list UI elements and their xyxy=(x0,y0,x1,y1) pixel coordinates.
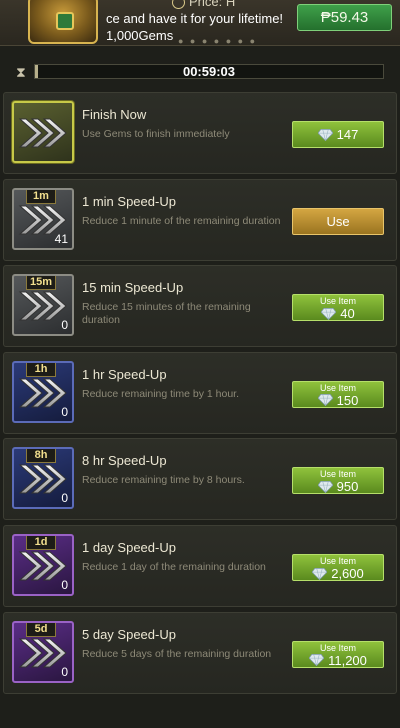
gem-cost: 2,600 xyxy=(331,565,364,581)
speedup-arrows-icon: 1d 0 xyxy=(12,533,74,596)
item-description: Reduce remaining time by 1 hour. xyxy=(82,387,240,400)
item-count: 0 xyxy=(61,318,68,333)
buy-price-button[interactable]: ₱59.43 xyxy=(297,4,392,31)
item-count: 0 xyxy=(61,404,68,419)
item-description: Reduce 1 day of the remaining duration xyxy=(82,560,266,573)
banner-gems-text: 1,000Gems xyxy=(106,28,174,43)
duration-tag: 1d xyxy=(26,535,56,550)
banner-top-label: Price: H xyxy=(172,0,236,10)
duration-tag: 1m xyxy=(26,189,56,204)
banner-promo-text: ce and have it for your lifetime! xyxy=(106,11,284,26)
speedup-item: 1m 41 1 min Speed-Up Reduce 1 minute of th… xyxy=(3,178,397,261)
speedup-arrows-icon: 15m 0 xyxy=(12,274,74,337)
item-title: 8 hr Speed-Up xyxy=(82,453,167,469)
item-description: Reduce remaining time by 8 hours. xyxy=(82,474,245,487)
use-gems-button[interactable]: Use Item 150 xyxy=(292,380,384,408)
item-description: Reduce 1 minute of the remaining duratio… xyxy=(82,214,281,227)
use-gems-button[interactable]: Use Item 950 xyxy=(292,467,384,495)
gem-cost: 147 xyxy=(336,127,359,142)
item-count: 0 xyxy=(61,491,68,506)
speedup-item: Finish Now Use Gems to finish immediatel… xyxy=(3,92,397,174)
banner-page-dots: ● ● ● ● ● ● ● xyxy=(178,36,258,46)
use-item-label: Use Item xyxy=(319,382,356,393)
speedup-arrows-icon: 1m 41 xyxy=(12,187,74,250)
duration-tag: 1h xyxy=(26,362,56,377)
use-gems-button[interactable]: 147 xyxy=(292,121,384,148)
banner-top-label-text: Price: H xyxy=(189,0,236,9)
timer-row: ⧗ 00:59:03 xyxy=(0,58,400,86)
item-title: 1 min Speed-Up xyxy=(82,193,176,209)
use-item-label: Use Item xyxy=(319,642,356,653)
gem-icon xyxy=(317,128,333,141)
gem-icon xyxy=(312,567,328,580)
speedup-list: Finish Now Use Gems to finish immediatel… xyxy=(3,92,397,698)
speedup-arrows-icon: 5d 0 xyxy=(12,620,74,683)
speedup-item: 5d 0 5 day Speed-Up Reduce 5 days of the r… xyxy=(3,611,397,694)
item-description: Reduce 15 minutes of the remaining durat… xyxy=(82,301,251,327)
gem-cost: 150 xyxy=(336,392,359,408)
hourglass-icon: ⧗ xyxy=(16,64,26,80)
speedup-arrows-icon xyxy=(12,101,74,163)
gem-cost: 950 xyxy=(336,479,359,495)
gem-cost: 40 xyxy=(340,306,355,322)
duration-tag: 5d xyxy=(26,622,56,637)
item-title: Finish Now xyxy=(82,107,147,122)
gem-icon xyxy=(309,654,325,667)
item-title: 5 day Speed-Up xyxy=(82,626,176,642)
clock-icon xyxy=(172,0,185,10)
gem-cost: 11,200 xyxy=(328,652,367,668)
gem-icon xyxy=(321,307,337,320)
gem-icon xyxy=(317,394,333,407)
speedup-item: 8h 0 8 hr Speed-Up Reduce remaining time b… xyxy=(3,438,397,521)
speedup-item: 15m 0 15 min Speed-Up Reduce 15 minutes of… xyxy=(3,265,397,348)
speedup-arrows-icon: 1h 0 xyxy=(12,360,74,423)
item-count: 0 xyxy=(61,577,68,592)
item-title: 1 hr Speed-Up xyxy=(82,366,167,382)
duration-tag: 8h xyxy=(26,449,56,464)
speedup-item: 1h 0 1 hr Speed-Up Reduce remaining time b… xyxy=(3,351,397,434)
item-description: Use Gems to finish immediately xyxy=(82,128,230,140)
promo-banner[interactable]: Price: H ce and have it for your lifetim… xyxy=(0,0,400,46)
item-title: 15 min Speed-Up xyxy=(82,280,184,296)
item-count: 41 xyxy=(54,231,68,246)
use-item-label: Use Item xyxy=(319,296,356,307)
item-count: 0 xyxy=(61,664,68,679)
timer-text: 00:59:03 xyxy=(182,64,236,79)
item-title: 1 day Speed-Up xyxy=(82,539,176,555)
use-gems-button[interactable]: Use Item 40 xyxy=(292,294,384,322)
item-description: Reduce 5 days of the remaining duration xyxy=(82,647,272,660)
treasure-chest-icon xyxy=(28,0,98,44)
use-gems-button[interactable]: Use Item 2,600 xyxy=(292,553,384,581)
gem-icon xyxy=(317,480,333,493)
use-item-label: Use Item xyxy=(319,555,356,566)
arrows-svg xyxy=(18,118,67,148)
speedup-item: 1d 0 1 day Speed-Up Reduce 1 day of the re… xyxy=(3,524,397,607)
duration-tag: 15m xyxy=(26,276,57,291)
use-button[interactable]: Use xyxy=(292,207,384,235)
use-item-label: Use Item xyxy=(319,469,356,480)
use-label: Use xyxy=(326,213,350,229)
speedup-arrows-icon: 8h 0 xyxy=(12,447,74,510)
use-gems-button[interactable]: Use Item 11,200 xyxy=(292,640,384,668)
